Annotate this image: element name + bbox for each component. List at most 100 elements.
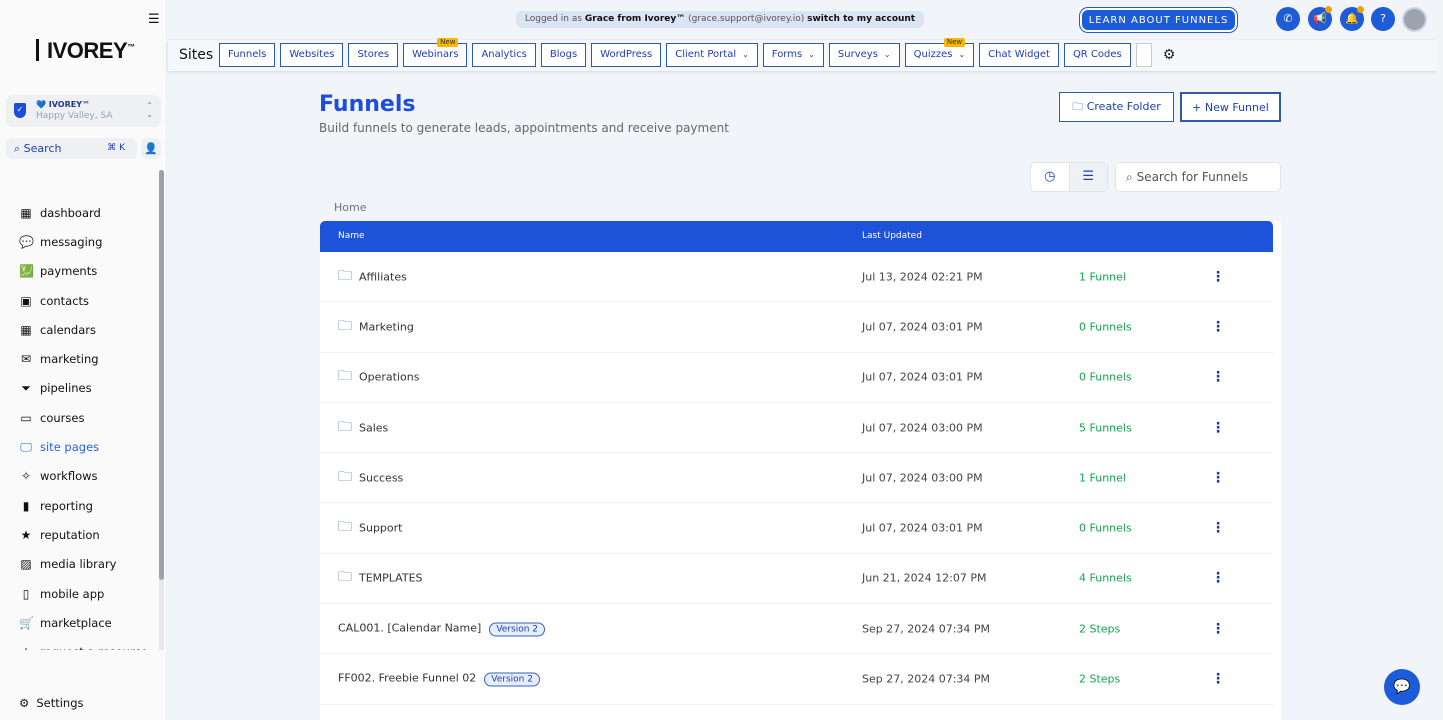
sidebar-item-payments[interactable]: 💹 payments — [0, 257, 158, 286]
account-switcher[interactable]: ✓ 💙 IVOREY™ Happy Valley, SA ⌃ ⌄ — [6, 95, 161, 127]
folder-icon: 🗀 — [338, 468, 352, 485]
phone-icon[interactable]: ✆ — [1276, 7, 1300, 31]
sidebar: ☰ IVOREY™ ✓ 💙 IVOREY™ Happy Valley, SA ⌃… — [0, 0, 167, 720]
gear-icon: ⚙ — [19, 696, 30, 710]
table-row[interactable]: FF002. Freebie Funnel 02 Version 2 Sep 27,… — [320, 654, 1273, 705]
sidebar-item-marketing[interactable]: ✉ marketing — [0, 344, 158, 373]
sidebar-item-calendars[interactable]: ▦ calendars — [0, 315, 158, 344]
column-last-updated[interactable]: Last Updated — [862, 231, 922, 241]
more-vertical-icon[interactable]: ⋮ — [1211, 470, 1225, 486]
sidebar-item-courses[interactable]: ▭ courses — [0, 403, 158, 432]
more-vertical-icon[interactable]: ⋮ — [1211, 570, 1225, 586]
tab-blank[interactable] — [1135, 43, 1152, 67]
sidebar-item-reporting[interactable]: ▮ reporting — [0, 491, 158, 520]
tab-websites[interactable]: Websites — [280, 43, 344, 67]
row-name[interactable]: Operations — [359, 371, 419, 384]
gear-icon[interactable]: ⚙ — [1163, 43, 1176, 67]
tab-forms[interactable]: Forms ⌄ — [762, 43, 824, 67]
list-icon[interactable]: ☰ — [1068, 163, 1107, 191]
more-vertical-icon[interactable]: ⋮ — [1211, 420, 1225, 436]
logo: IVOREY™ — [36, 38, 135, 64]
sidebar-item-site-pages[interactable]: 🖵 site pages — [0, 432, 158, 461]
banner-prefix: Logged in as — [524, 14, 583, 24]
sidebar-scrollbar-thumb[interactable] — [159, 170, 164, 580]
tab-label: Webinars — [412, 49, 459, 60]
avatar[interactable] — [1402, 7, 1427, 32]
table-row[interactable]: 🗀 Affiliates Jul 13, 2024 02:21 PM 1 Funnel… — [320, 252, 1273, 303]
row-name[interactable]: Success — [359, 471, 403, 484]
tab-wordpress[interactable]: WordPress — [591, 43, 662, 67]
sidebar-item-reputation[interactable]: ★ reputation — [0, 520, 158, 549]
column-name[interactable]: Name — [338, 231, 365, 241]
row-name-text: TEMPLATES — [359, 571, 423, 585]
sidebar-search[interactable]: ⌕ Search ⌘ K — [6, 138, 137, 159]
tab-funnels[interactable]: Funnels — [219, 43, 276, 67]
table-row[interactable]: 🗀 Operations Jul 07, 2024 03:01 PM 0 Funnel… — [320, 353, 1273, 403]
table-row[interactable]: 🗀 Support Jul 07, 2024 03:01 PM 0 Funnels ⋮ — [320, 503, 1273, 554]
more-vertical-icon[interactable]: ⋮ — [1211, 319, 1225, 335]
courses-icon: ▭ — [20, 410, 32, 425]
row-name[interactable]: FF002. Freebie Funnel 02 Version 2 — [338, 672, 540, 687]
breadcrumb[interactable]: Home — [334, 201, 366, 214]
table-row[interactable]: 🗀 Sales Jul 07, 2024 03:00 PM 5 Funnels ⋮ — [320, 403, 1273, 454]
table-row[interactable]: 🗀 TEMPLATES Jun 21, 2024 12:07 PM 4 Funnels… — [320, 554, 1273, 605]
new-badge: New — [437, 38, 459, 47]
row-count: 1 Funnel — [1079, 471, 1126, 485]
magic-wand-icon: ✧ — [20, 469, 32, 484]
sidebar-item-workflows[interactable]: ✧ workflows — [0, 462, 158, 491]
row-name[interactable]: Support — [359, 522, 402, 535]
row-name[interactable]: Marketing — [359, 320, 414, 333]
more-vertical-icon[interactable]: ⋮ — [1211, 269, 1225, 285]
sidebar-item-contacts[interactable]: ▣ contacts — [0, 286, 158, 315]
help-icon[interactable]: ? — [1371, 7, 1395, 31]
sidebar-item-settings[interactable]: ⚙ Settings — [19, 696, 83, 710]
new-badge: New — [943, 38, 966, 47]
person-icon[interactable]: 👤 — [141, 138, 161, 159]
learn-about-funnels-button[interactable]: LEARN ABOUT FUNNELS — [1080, 8, 1237, 32]
version-badge: Version 2 — [489, 622, 546, 637]
sidebar-item-request-a-resource[interactable]: + request a resource — [0, 637, 158, 650]
row-count: 2 Steps — [1079, 672, 1121, 686]
tab-quizzes[interactable]: Quizzes ⌄ New — [904, 38, 975, 67]
tab-surveys[interactable]: Surveys ⌄ — [828, 43, 900, 67]
star-icon: ★ — [20, 527, 32, 542]
table-row[interactable]: CAL001. [Calendar Name] Version 2 Sep 27, … — [320, 604, 1273, 655]
page-scrollbar[interactable] — [1437, 0, 1443, 720]
more-vertical-icon[interactable]: ⋮ — [1211, 621, 1225, 637]
chat-widget-button[interactable]: 💬 — [1384, 669, 1420, 705]
more-vertical-icon[interactable]: ⋮ — [1211, 520, 1225, 536]
row-name[interactable]: Affiliates — [359, 270, 407, 283]
sidebar-item-label: messaging — [40, 234, 103, 249]
clock-icon[interactable]: ◷ — [1031, 163, 1069, 191]
tab-client-portal[interactable]: Client Portal ⌄ — [666, 43, 758, 67]
banner-email: (grace.support@ivorey.io) — [688, 14, 805, 24]
row-name[interactable]: TEMPLATES — [359, 572, 423, 585]
table-row[interactable]: 🗀 Marketing Jul 07, 2024 03:01 PM 0 Funnels… — [320, 302, 1273, 353]
menu-toggle-icon[interactable]: ☰ — [148, 12, 160, 27]
row-name[interactable]: Sales — [359, 421, 388, 434]
sidebar-item-messaging[interactable]: 💬 messaging — [0, 227, 158, 256]
create-folder-button[interactable]: 🗀 Create Folder — [1059, 92, 1174, 122]
tab-chat-widget[interactable]: Chat Widget — [979, 43, 1059, 67]
row-name[interactable]: CAL001. [Calendar Name] Version 2 — [338, 621, 546, 637]
sidebar-item-mobile-app[interactable]: ▯ mobile app — [0, 579, 158, 608]
tab-analytics[interactable]: Analytics — [472, 43, 536, 67]
tab-blogs[interactable]: Blogs — [540, 43, 587, 67]
sidebar-item-media-library[interactable]: ▨ media library — [0, 550, 158, 579]
funnel-search-input[interactable]: ⌕ Search for Funnels — [1115, 162, 1281, 192]
new-funnel-button[interactable]: + New Funnel — [1180, 92, 1281, 122]
more-vertical-icon[interactable]: ⋮ — [1211, 369, 1225, 385]
view-toggle: ◷ ☰ — [1030, 162, 1108, 192]
tab-label: Quizzes — [913, 49, 953, 60]
sidebar-item-pipelines[interactable]: ⏷ pipelines — [0, 374, 158, 403]
sidebar-item-marketplace[interactable]: 🛒 marketplace — [0, 608, 158, 637]
tab-stores[interactable]: Stores — [348, 43, 399, 67]
tab-qr-codes[interactable]: QR Codes — [1063, 43, 1131, 67]
search-placeholder: Search for Funnels — [1136, 170, 1248, 184]
switch-account-link[interactable]: switch to my account — [807, 14, 915, 24]
tab-webinars[interactable]: Webinars New — [403, 38, 468, 67]
more-vertical-icon[interactable]: ⋮ — [1211, 671, 1225, 687]
sidebar-item-dashboard[interactable]: ▦ dashboard — [0, 198, 158, 227]
table-row[interactable]: 🗀 Success Jul 07, 2024 03:00 PM 1 Funnel ⋮ — [320, 453, 1273, 504]
row-updated: Jun 21, 2024 12:07 PM — [862, 571, 987, 585]
